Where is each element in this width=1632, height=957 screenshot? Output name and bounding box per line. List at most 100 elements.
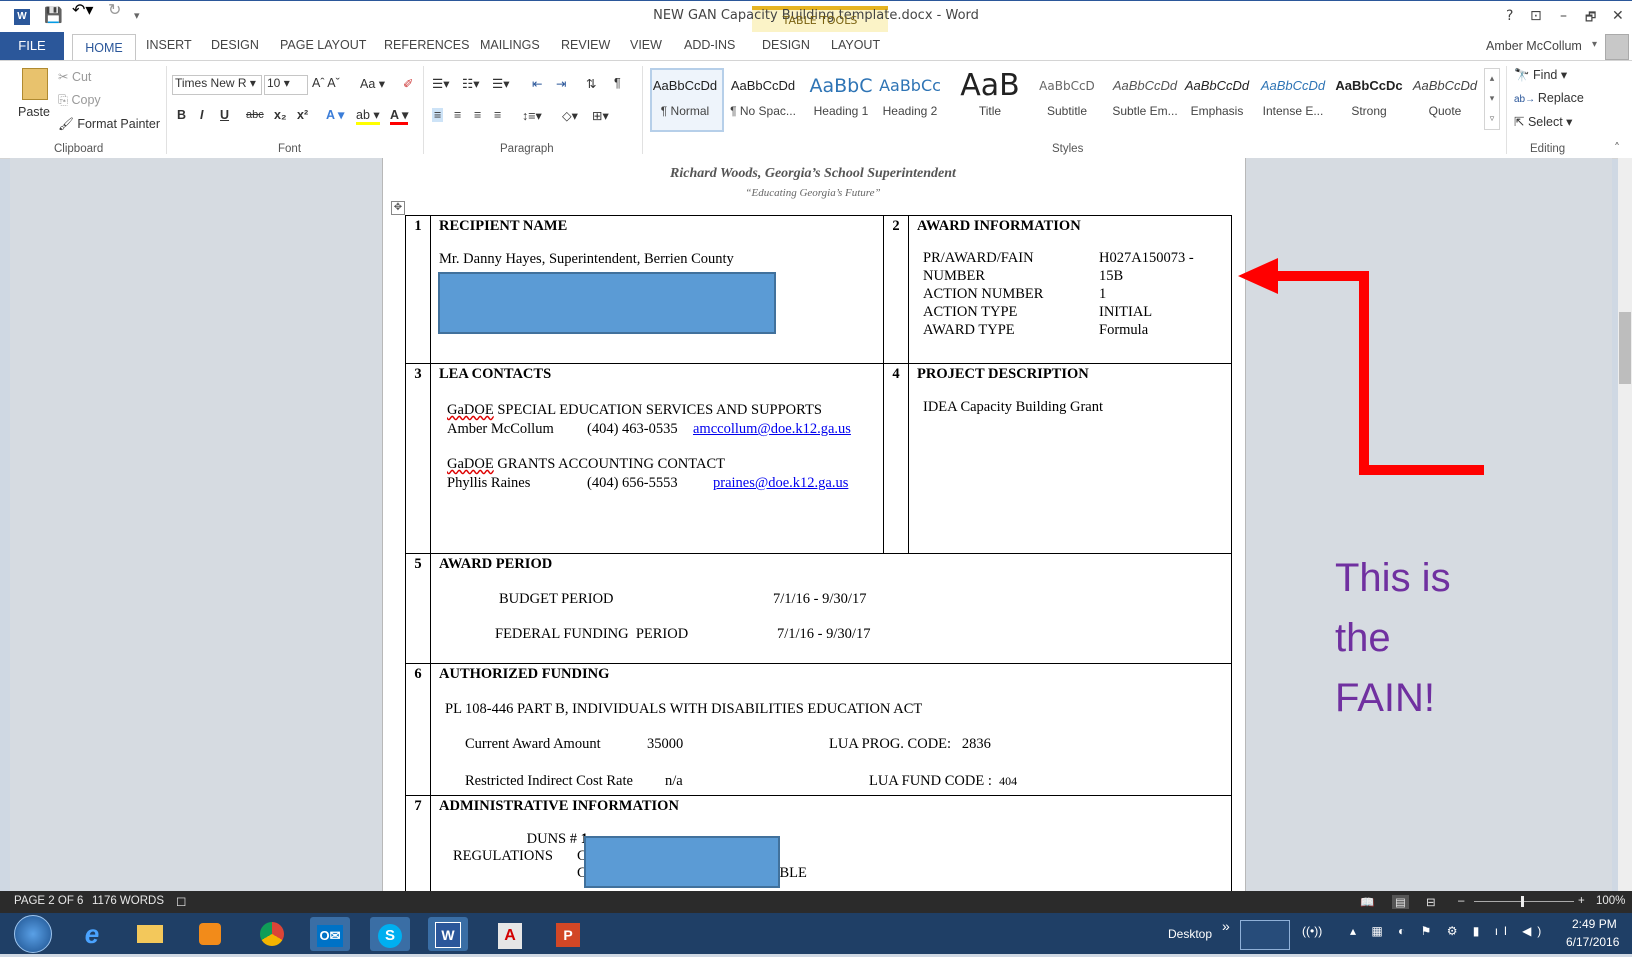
- paste-button[interactable]: Paste: [18, 105, 50, 119]
- select-button[interactable]: ⇱ Select ▾: [1514, 114, 1572, 129]
- tab-home[interactable]: HOME: [72, 34, 136, 61]
- avatar[interactable]: [1605, 34, 1629, 60]
- show-formatting-icon[interactable]: ¶: [614, 76, 621, 90]
- align-center-icon[interactable]: ≡: [454, 108, 461, 122]
- tab-add-ins[interactable]: ADD-INS: [684, 38, 735, 52]
- tab-design[interactable]: DESIGN: [211, 38, 259, 52]
- font-color-icon[interactable]: A ▾: [390, 107, 409, 125]
- maximize-button[interactable]: 🗗: [1585, 8, 1596, 29]
- style-normal[interactable]: AaBbCcDd ¶ Normal: [646, 68, 724, 128]
- page-count[interactable]: PAGE 2 OF 6: [14, 895, 83, 907]
- help-button[interactable]: ?: [1506, 8, 1513, 24]
- web-layout-icon[interactable]: ⊟: [1426, 895, 1436, 909]
- lea-contacts-cell[interactable]: LEA CONTACTS GaDOE SPECIAL EDUCATION SER…: [430, 363, 884, 554]
- bullets-icon[interactable]: ☰▾: [432, 76, 449, 91]
- style-intense-emphasis[interactable]: AaBbCcDd Intense E...: [1256, 68, 1330, 128]
- zoom-in-icon[interactable]: +: [1578, 895, 1585, 907]
- multilevel-list-icon[interactable]: ☰▾: [492, 76, 509, 91]
- style-subtle-emphasis[interactable]: AaBbCcDd Subtle Em...: [1106, 68, 1184, 128]
- underline-button[interactable]: U: [220, 108, 229, 122]
- read-mode-icon[interactable]: 📖: [1360, 895, 1374, 909]
- style-emphasis[interactable]: AaBbCcDd Emphasis: [1180, 68, 1254, 128]
- tray-icons[interactable]: ▴ ▦ ◐ ⚑ ⚙ ▮ ıl ◀): [1350, 924, 1547, 938]
- project-description-cell[interactable]: PROJECT DESCRIPTION IDEA Capacity Buildi…: [908, 363, 1232, 554]
- zoom-slider-thumb[interactable]: [1521, 896, 1524, 907]
- scrollbar-thumb[interactable]: [1619, 312, 1631, 384]
- powerpoint-icon[interactable]: P: [548, 917, 588, 951]
- table-move-handle-icon[interactable]: ✥: [391, 201, 405, 215]
- style-heading-1[interactable]: AaBbC Heading 1: [802, 68, 880, 128]
- signal-strength-icon[interactable]: [1240, 920, 1290, 950]
- award-period-cell[interactable]: AWARD PERIOD BUDGET PERIOD 7/1/16 - 9/30/…: [430, 553, 1232, 664]
- word-count[interactable]: 1176 WORDS: [92, 895, 164, 907]
- zoom-out-icon[interactable]: –: [1458, 895, 1464, 907]
- align-left-icon[interactable]: ≡: [432, 108, 444, 122]
- tab-table-design[interactable]: DESIGN: [762, 38, 810, 52]
- clock-time[interactable]: 2:49 PM: [1572, 917, 1617, 931]
- tab-view[interactable]: VIEW: [630, 38, 662, 52]
- internet-explorer-icon[interactable]: e: [72, 917, 112, 951]
- replace-button[interactable]: ab→ Replace: [1514, 91, 1584, 105]
- style-title[interactable]: AaB Title: [950, 68, 1030, 128]
- find-button[interactable]: 🔭 Find ▾: [1514, 67, 1567, 83]
- increase-indent-icon[interactable]: ⇥: [556, 76, 566, 91]
- decrease-indent-icon[interactable]: ⇤: [532, 76, 542, 91]
- proofing-icon[interactable]: ☐: [176, 895, 186, 909]
- chrome-icon[interactable]: [252, 917, 292, 951]
- styles-scroll-buttons[interactable]: ▴ ▾ ▿: [1484, 68, 1500, 130]
- change-case-icon[interactable]: Aa ▾: [360, 76, 385, 91]
- word-taskbar-icon[interactable]: W: [428, 917, 468, 951]
- numbering-icon[interactable]: ☷▾: [462, 76, 479, 91]
- tab-page-layout[interactable]: PAGE LAYOUT: [280, 38, 366, 52]
- style-strong[interactable]: AaBbCcDc Strong: [1332, 68, 1406, 128]
- contact-email-link[interactable]: amccollum@doe.k12.ga.us: [693, 421, 851, 437]
- clear-formatting-icon[interactable]: ✐: [403, 76, 413, 91]
- user-dropdown-icon[interactable]: ▾: [1592, 39, 1597, 50]
- tab-insert[interactable]: INSERT: [146, 38, 192, 52]
- copy-button[interactable]: ⎘ Copy: [58, 93, 101, 108]
- zoom-slider[interactable]: [1474, 901, 1574, 902]
- tab-table-layout[interactable]: LAYOUT: [831, 38, 880, 52]
- print-layout-icon[interactable]: ▤: [1392, 895, 1409, 909]
- align-right-icon[interactable]: ≡: [474, 108, 481, 122]
- zoom-level[interactable]: 100%: [1596, 895, 1625, 907]
- format-painter-button[interactable]: 🖌 Format Painter: [58, 117, 160, 132]
- paste-icon[interactable]: [22, 68, 48, 100]
- vertical-scrollbar[interactable]: [1618, 158, 1632, 891]
- shading-icon[interactable]: ◇▾: [562, 108, 578, 123]
- style-subtitle[interactable]: AaBbCcD Subtitle: [1030, 68, 1104, 128]
- bold-button[interactable]: B: [177, 108, 186, 122]
- contact-email-link[interactable]: praines@doe.k12.ga.us: [713, 475, 848, 491]
- borders-icon[interactable]: ⊞▾: [592, 108, 609, 123]
- font-name-box[interactable]: Times New R ▾: [172, 75, 262, 95]
- file-explorer-icon[interactable]: [130, 917, 170, 951]
- superscript-button[interactable]: x²: [297, 108, 308, 122]
- tab-review[interactable]: REVIEW: [561, 38, 610, 52]
- network-icon[interactable]: ((•)): [1302, 924, 1322, 938]
- grow-font-icon[interactable]: Aˆ Aˇ: [312, 76, 340, 90]
- user-name[interactable]: Amber McCollum: [1486, 39, 1582, 53]
- skype-icon[interactable]: S: [370, 917, 410, 951]
- subscript-button[interactable]: x₂: [274, 108, 287, 122]
- highlight-color-icon[interactable]: ab ▾: [356, 107, 380, 125]
- media-player-icon[interactable]: [190, 917, 230, 951]
- authorized-funding-cell[interactable]: AUTHORIZED FUNDING PL 108-446 PART B, IN…: [430, 663, 1232, 796]
- text-effects-icon[interactable]: A ▾: [326, 107, 344, 122]
- toolbar-expand-icon[interactable]: »: [1222, 918, 1230, 934]
- desktop-toolbar[interactable]: Desktop: [1168, 927, 1212, 941]
- sort-icon[interactable]: ⇅: [586, 76, 596, 91]
- line-spacing-icon[interactable]: ↕≡▾: [522, 108, 542, 123]
- outlook-icon[interactable]: O✉: [310, 917, 350, 951]
- style-heading-2[interactable]: AaBbCc Heading 2: [874, 68, 946, 128]
- strikethrough-button[interactable]: abc: [246, 109, 264, 121]
- tab-mailings[interactable]: MAILINGS: [480, 38, 540, 52]
- tab-file[interactable]: FILE: [0, 32, 64, 60]
- font-size-box[interactable]: 10 ▾: [264, 75, 308, 95]
- award-info-cell[interactable]: AWARD INFORMATION PR/AWARD/FAIN H027A1500…: [908, 215, 1232, 364]
- ribbon-display-options-button[interactable]: ⊡: [1530, 8, 1542, 24]
- start-button[interactable]: [14, 915, 52, 953]
- cut-button[interactable]: ✂ Cut: [58, 69, 91, 84]
- collapse-ribbon-icon[interactable]: ˄: [1614, 141, 1620, 155]
- style-no-spacing[interactable]: AaBbCcDd ¶ No Spac...: [724, 68, 802, 128]
- clock-date[interactable]: 6/17/2016: [1566, 935, 1619, 949]
